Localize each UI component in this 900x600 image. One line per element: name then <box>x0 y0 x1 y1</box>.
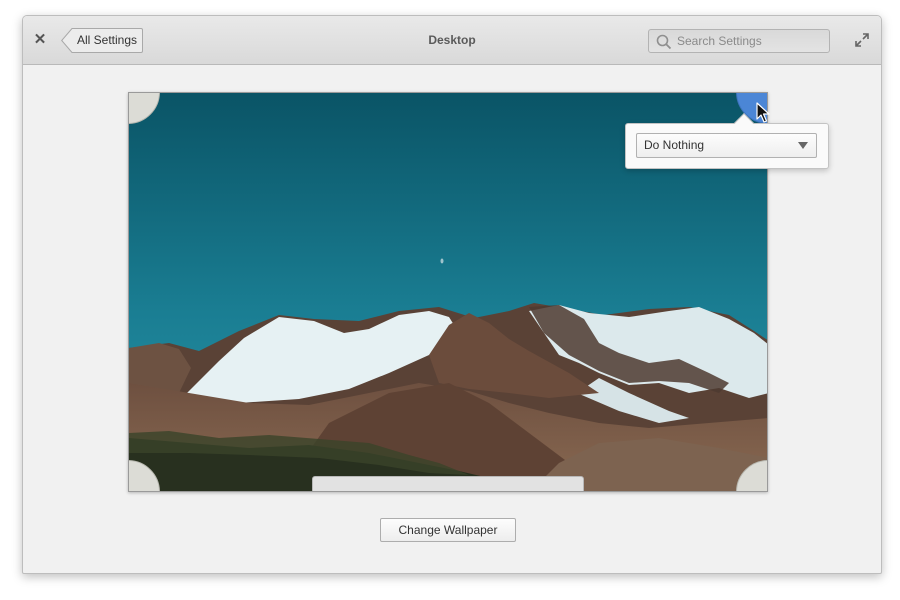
search-icon <box>656 34 672 50</box>
header-bar: ✕ All Settings Desktop <box>23 16 881 65</box>
back-button-label: All Settings <box>76 33 138 47</box>
back-button[interactable]: All Settings <box>61 28 143 53</box>
change-wallpaper-button[interactable]: Change Wallpaper <box>380 518 516 542</box>
dock-placeholder <box>312 476 584 491</box>
close-button[interactable]: ✕ <box>31 30 49 50</box>
settings-window: ✕ All Settings Desktop Search Settings D… <box>22 15 882 574</box>
search-input[interactable] <box>677 30 825 52</box>
dropdown-selected-value: Do Nothing <box>644 138 705 152</box>
chevron-down-icon <box>798 142 808 149</box>
hot-corner-popover: Do Nothing <box>625 113 829 169</box>
search-field[interactable] <box>648 29 830 53</box>
maximize-icon[interactable] <box>854 32 870 48</box>
hot-corner-action-dropdown[interactable]: Do Nothing <box>636 133 817 158</box>
